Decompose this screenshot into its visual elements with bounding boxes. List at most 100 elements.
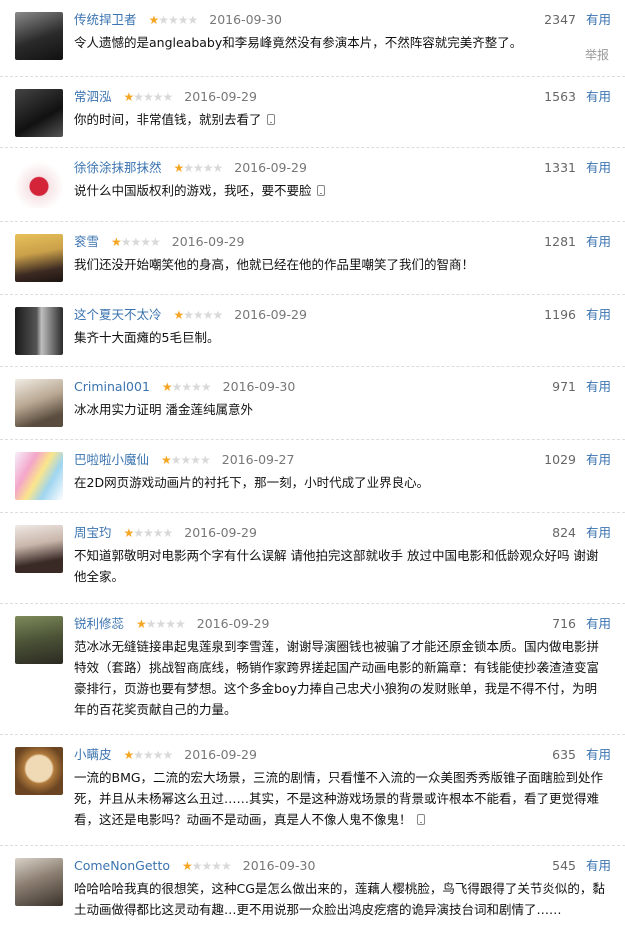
vote-count: 1281	[544, 234, 576, 249]
username-link[interactable]: ComeNonGetto	[74, 858, 170, 873]
comment-text: 说什么中国版权利的游戏，我呸，要不要脸	[74, 183, 312, 198]
avatar[interactable]	[15, 89, 63, 137]
comment-date: 2016-09-29	[184, 747, 257, 762]
useful-button[interactable]: 有用	[586, 858, 611, 873]
username-link[interactable]: 巴啦啦小魔仙	[74, 452, 149, 467]
username-link[interactable]: 徐徐涂抹那抹然	[74, 160, 162, 175]
mobile-phone-icon	[266, 114, 275, 125]
rating-stars: ★★★★★	[136, 612, 186, 636]
vote-count: 824	[552, 525, 576, 540]
username-link[interactable]: 锐利修蕊	[74, 616, 124, 631]
comment-date: 2016-09-29	[171, 234, 245, 249]
comment-date: 2016-09-29	[234, 160, 307, 175]
comment-list: 传统捍卫者 ★★★★★ 2016-09-30 2347 有用 令人遗憾的是angl…	[0, 0, 625, 935]
rating-stars: ★★★★★	[173, 303, 224, 327]
star-filled-icon: ★	[173, 308, 185, 322]
comment-item: 小瞒皮 ★★★★★ 2016-09-29 635 有用 一流的BMG，二流的宏大场…	[0, 735, 625, 846]
vote-count: 971	[552, 379, 576, 394]
avatar[interactable]	[15, 160, 63, 208]
comment-text: 在2D网页游戏动画片的衬托下，那一刻，小时代成了业界良心。	[74, 475, 430, 490]
useful-button[interactable]: 有用	[586, 160, 611, 175]
comment-item: 这个夏天不太冷 ★★★★★ 2016-09-29 1196 有用 集齐十大面瘫的5…	[0, 295, 625, 367]
avatar[interactable]	[15, 379, 63, 427]
useful-button[interactable]: 有用	[586, 234, 611, 249]
username-link[interactable]: Criminal001	[74, 379, 150, 394]
vote-count: 1563	[544, 89, 576, 104]
rating-stars: ★★★★★	[174, 156, 224, 180]
avatar[interactable]	[15, 747, 63, 795]
useful-button[interactable]: 有用	[586, 379, 611, 394]
comment-item: 周宝玓 ★★★★★ 2016-09-29 824 有用 不知道郭敬明对电影两个字有…	[0, 513, 625, 604]
star-empty-icon: ★★★★	[170, 453, 211, 467]
avatar[interactable]	[15, 452, 63, 500]
comment-date: 2016-09-27	[221, 452, 295, 467]
rating-stars: ★★★★★	[123, 521, 174, 545]
avatar[interactable]	[15, 234, 63, 282]
username-link[interactable]: 小瞒皮	[74, 747, 112, 762]
vote-count: 1331	[544, 160, 576, 175]
comment-text: 令人遗憾的是angleababy和李易峰竟然没有参演本片，不然阵容就完美齐整了。	[74, 35, 523, 50]
comment-text: 集齐十大面瘫的5毛巨制。	[74, 330, 220, 345]
avatar[interactable]	[15, 525, 63, 573]
comment-text: 不知道郭敬明对电影两个字有什么误解 请他拍完这部就收手 放过中国电影和低龄观众好…	[74, 548, 599, 584]
star-empty-icon: ★★★★	[133, 748, 173, 762]
star-filled-icon: ★	[136, 617, 147, 631]
vote-count: 545	[552, 858, 576, 873]
comment-date: 2016-09-29	[184, 89, 257, 104]
avatar[interactable]	[15, 858, 63, 906]
star-filled-icon: ★	[111, 235, 122, 249]
username-link[interactable]: 衮雪	[74, 234, 99, 249]
useful-button[interactable]: 有用	[586, 307, 611, 322]
star-empty-icon: ★★★★	[133, 526, 173, 540]
comment-item: ComeNonGetto ★★★★★ 2016-09-30 545 有用 哈哈哈哈…	[0, 846, 625, 935]
star-filled-icon: ★	[148, 13, 160, 27]
rating-stars: ★★★★★	[161, 375, 212, 399]
star-empty-icon: ★★★★	[171, 380, 212, 394]
comment-item: 传统捍卫者 ★★★★★ 2016-09-30 2347 有用 令人遗憾的是angl…	[0, 0, 625, 77]
useful-button[interactable]: 有用	[586, 452, 611, 467]
rating-stars: ★★★★★	[111, 230, 161, 254]
avatar[interactable]	[15, 12, 63, 60]
comment-item: 常泗泓 ★★★★★ 2016-09-29 1563 有用 你的时间，非常值钱，就别…	[0, 77, 625, 148]
star-filled-icon: ★	[123, 748, 135, 762]
username-link[interactable]: 周宝玓	[74, 525, 112, 540]
comment-text: 你的时间，非常值钱，就别去看了	[74, 112, 262, 127]
star-filled-icon: ★	[123, 526, 135, 540]
useful-button[interactable]: 有用	[586, 12, 611, 27]
comment-date: 2016-09-29	[234, 307, 307, 322]
comment-date: 2016-09-29	[184, 525, 257, 540]
rating-stars: ★★★★★	[124, 85, 174, 109]
star-filled-icon: ★	[181, 859, 193, 873]
star-empty-icon: ★★★★	[183, 308, 223, 322]
report-link[interactable]: 举报	[585, 46, 609, 63]
star-empty-icon: ★★★★	[191, 859, 232, 873]
comment-item: 徐徐涂抹那抹然 ★★★★★ 2016-09-29 1331 有用 说什么中国版权利…	[0, 148, 625, 222]
comment-item: 巴啦啦小魔仙 ★★★★★ 2016-09-27 1029 有用 在2D网页游戏动画…	[0, 440, 625, 513]
comment-text: 范冰冰无缝链接串起鬼莲泉到李雪莲，谢谢导演圈钱也被骗了才能还原金锁本质。国内做电…	[74, 639, 600, 717]
useful-button[interactable]: 有用	[586, 616, 611, 631]
mobile-phone-icon	[316, 185, 325, 196]
comment-date: 2016-09-29	[196, 616, 270, 631]
avatar[interactable]	[15, 616, 63, 664]
comment-text: 我们还没开始嘲笑他的身高，他就已经在他的作品里嘲笑了我们的智商！	[74, 257, 475, 272]
comment-item: 衮雪 ★★★★★ 2016-09-29 1281 有用 我们还没开始嘲笑他的身高，…	[0, 222, 625, 295]
star-filled-icon: ★	[161, 453, 172, 467]
username-link[interactable]: 常泗泓	[74, 89, 112, 104]
username-link[interactable]: 传统捍卫者	[74, 12, 137, 27]
comment-text: 哈哈哈哈我真的很想笑，这种CG是怎么做出来的，莲藕人樱桃脸，鸟飞得跟得了关节炎似…	[74, 881, 605, 917]
star-empty-icon: ★★★★	[133, 90, 173, 104]
useful-button[interactable]: 有用	[586, 747, 611, 762]
avatar[interactable]	[15, 307, 63, 355]
rating-stars: ★★★★★	[123, 743, 174, 767]
username-link[interactable]: 这个夏天不太冷	[74, 307, 162, 322]
comment-item: 锐利修蕊 ★★★★★ 2016-09-29 716 有用 范冰冰无缝链接串起鬼莲泉…	[0, 604, 625, 735]
useful-button[interactable]: 有用	[586, 525, 611, 540]
mobile-phone-icon	[416, 814, 425, 825]
star-empty-icon: ★★★★	[120, 235, 161, 249]
useful-button[interactable]: 有用	[586, 89, 611, 104]
rating-stars: ★★★★★	[148, 8, 199, 32]
comment-date: 2016-09-30	[222, 379, 296, 394]
comment-date: 2016-09-30	[242, 858, 316, 873]
rating-stars: ★★★★★	[181, 854, 232, 878]
star-filled-icon: ★	[161, 380, 173, 394]
